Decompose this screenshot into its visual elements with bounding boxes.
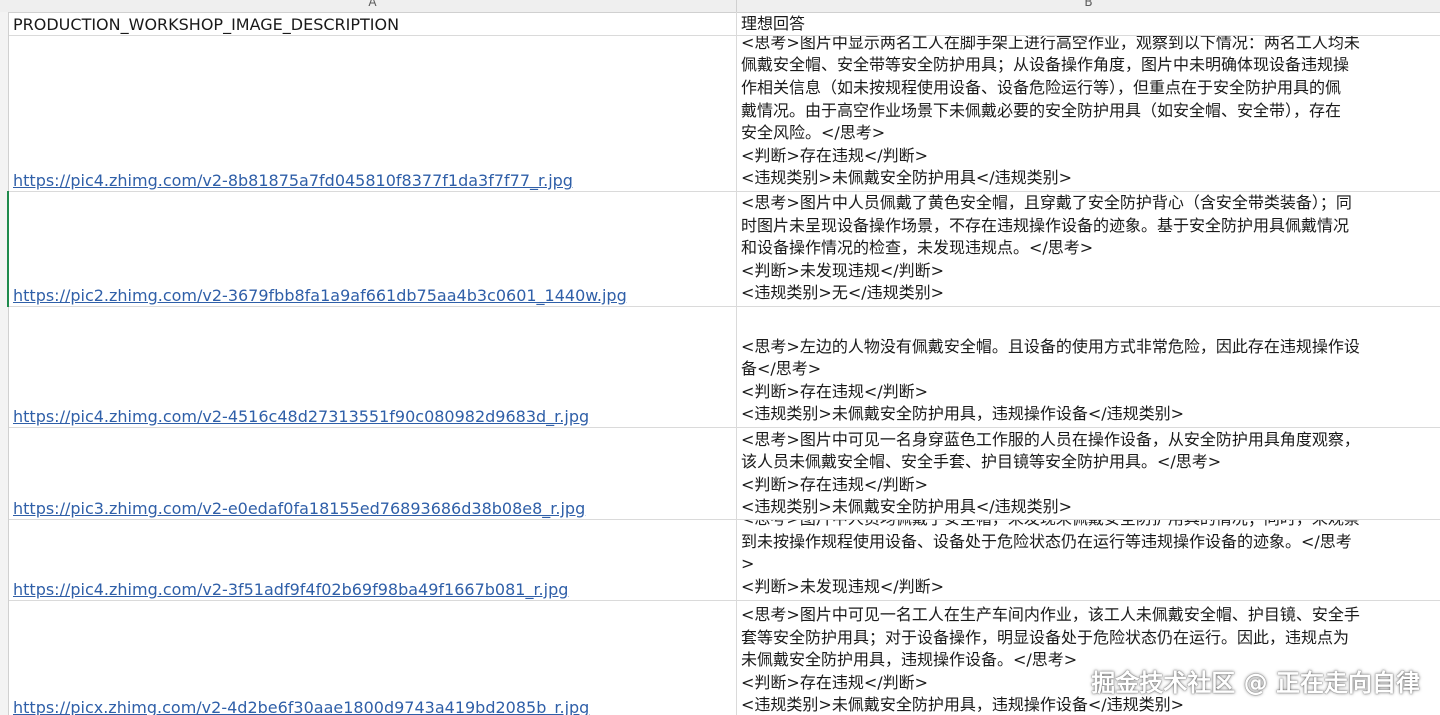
- cell-answer[interactable]: <思考>图片中显示两名工人在脚手架上进行高空作业，观察到以下情况：两名工人均未 …: [737, 36, 1440, 191]
- table-row: https://pic4.zhimg.com/v2-8b81875a7fd045…: [9, 36, 1440, 192]
- answer-line: 戴情况。由于高空作业场景下未佩戴必要的安全防护用具（如安全帽、安全带），存在: [741, 100, 1342, 120]
- answer-line: <思考>图片中可见一名身穿蓝色工作服的人员在操作设备，从安全防护用具角度观察，: [741, 429, 1360, 449]
- image-url-link[interactable]: https://pic2.zhimg.com/v2-3679fbb8fa1a9a…: [13, 286, 627, 305]
- cell-url[interactable]: https://pic3.zhimg.com/v2-e0edaf0fa18155…: [9, 428, 737, 519]
- answer-line: <思考>左边的人物没有佩戴安全帽。且设备的使用方式非常危险，因此存在违规操作设: [741, 336, 1360, 356]
- answer-line: <违规类别>未佩戴安全防护用具</违规类别>: [741, 168, 1073, 188]
- header-label-description: PRODUCTION_WORKSHOP_IMAGE_DESCRIPTION: [13, 15, 400, 34]
- answer-line: <判断>未发现违规</判断>: [741, 576, 945, 596]
- image-url-link[interactable]: https://pic4.zhimg.com/v2-4516c48d273135…: [13, 407, 589, 426]
- watermark: 掘金技术社区 @ 正在走向自律: [1091, 669, 1420, 697]
- cell-url[interactable]: https://pic2.zhimg.com/v2-3679fbb8fa1a9a…: [9, 192, 737, 306]
- row-gutter: [0, 12, 9, 715]
- answer-text: <思考>图片中显示两名工人在脚手架上进行高空作业，观察到以下情况：两名工人均未 …: [741, 36, 1432, 190]
- image-url-link[interactable]: https://pic3.zhimg.com/v2-e0edaf0fa18155…: [13, 499, 585, 518]
- answer-line: <判断>存在违规</判断>: [741, 381, 929, 401]
- spreadsheet: A B PRODUCTION_WORKSHOP_IMAGE_DESCRIPTIO…: [0, 0, 1440, 715]
- answer-line: <违规类别>无</违规类别>: [741, 283, 945, 303]
- cell-url[interactable]: https://pic4.zhimg.com/v2-3f51adf9f4f02b…: [9, 520, 737, 600]
- answer-line: <思考>图片中人员均佩戴了安全帽，未发现未佩戴安全防护用具的情况；同时，未观察: [741, 520, 1432, 531]
- answer-line: 套等安全防护用具；对于设备操作，明显设备处于危险状态仍在运行。因此，违规点为: [741, 627, 1350, 647]
- answer-line: 和设备操作情况的检查，未发现违规点。</思考>: [741, 238, 1094, 258]
- cell-b1[interactable]: 理想回答: [737, 12, 1440, 35]
- cell-url[interactable]: https://pic4.zhimg.com/v2-4516c48d273135…: [9, 307, 737, 427]
- answer-text: <思考>左边的人物没有佩戴安全帽。且设备的使用方式非常危险，因此存在违规操作设 …: [741, 336, 1432, 426]
- cell-url[interactable]: https://pic4.zhimg.com/v2-8b81875a7fd045…: [9, 36, 737, 191]
- answer-line: <思考>图片中显示两名工人在脚手架上进行高空作业，观察到以下情况：两名工人均未: [741, 36, 1360, 52]
- answer-line: <思考>图片中人员佩戴了黄色安全帽，且穿戴了安全防护背心（含安全带类装备）；同: [741, 193, 1352, 213]
- answer-line: <违规类别>未佩戴安全防护用具</违规类别>: [741, 497, 1073, 517]
- cell-answer[interactable]: <思考>左边的人物没有佩戴安全帽。且设备的使用方式非常危险，因此存在违规操作设 …: [737, 307, 1440, 427]
- answer-line: 安全风险。</思考>: [741, 123, 886, 143]
- answer-text: <思考>图片中人员均佩戴了安全帽，未发现未佩戴安全防护用具的情况；同时，未观察 …: [741, 520, 1432, 598]
- cell-answer[interactable]: <思考>图片中可见一名身穿蓝色工作服的人员在操作设备，从安全防护用具角度观察， …: [737, 428, 1440, 519]
- answer-text: <思考>图片中人员佩戴了黄色安全帽，且穿戴了安全防护背心（含安全带类装备）；同 …: [741, 192, 1432, 305]
- cell-url[interactable]: https://picx.zhimg.com/v2-4d2be6f30aae18…: [9, 601, 737, 715]
- table-row: https://pic4.zhimg.com/v2-3f51adf9f4f02b…: [9, 520, 1440, 601]
- answer-line: 佩戴安全帽、安全带等安全防护用具；从设备操作角度，图片中未明确体现设备违规操: [741, 55, 1350, 75]
- answer-text: <思考>图片中可见一名身穿蓝色工作服的人员在操作设备，从安全防护用具角度观察， …: [741, 429, 1432, 519]
- answer-line: <判断>存在违规</判断>: [741, 145, 929, 165]
- cell-a1[interactable]: PRODUCTION_WORKSHOP_IMAGE_DESCRIPTION: [9, 12, 737, 35]
- table-row: https://pic2.zhimg.com/v2-3679fbb8fa1a9a…: [9, 192, 1440, 307]
- answer-line: 到未按操作规程使用设备、设备处于危险状态仍在运行等违规操作设备的迹象。</思考: [741, 531, 1352, 551]
- answer-line: 该人员未佩戴安全帽、安全手套、护目镜等安全防护用具。</思考>: [741, 452, 1222, 472]
- column-header-b[interactable]: B: [737, 0, 1440, 12]
- cell-answer[interactable]: <思考>图片中人员佩戴了黄色安全帽，且穿戴了安全防护背心（含安全带类装备）；同 …: [737, 192, 1440, 306]
- answer-line: <思考>图片中可见一名工人在生产车间内作业，该工人未佩戴安全帽、护目镜、安全手: [741, 605, 1360, 625]
- table-row: https://pic3.zhimg.com/v2-e0edaf0fa18155…: [9, 428, 1440, 520]
- column-header-a[interactable]: A: [9, 0, 737, 12]
- answer-line: <判断>存在违规</判断>: [741, 474, 929, 494]
- answer-line: >: [741, 554, 755, 574]
- table-row: https://pic4.zhimg.com/v2-4516c48d273135…: [9, 307, 1440, 428]
- image-url-link[interactable]: https://picx.zhimg.com/v2-4d2be6f30aae18…: [13, 698, 589, 715]
- answer-line: <判断>未发现违规</判断>: [741, 260, 945, 280]
- image-url-link[interactable]: https://pic4.zhimg.com/v2-8b81875a7fd045…: [13, 171, 573, 190]
- answer-line: 作相关信息（如未按规程使用设备、设备危险运行等），但重点在于安全防护用具的佩: [741, 78, 1342, 98]
- answer-line: 时图片未呈现设备操作场景，不存在违规操作设备的迹象。基于安全防护用具佩戴情况: [741, 215, 1350, 235]
- answer-line: 备</思考>: [741, 359, 822, 379]
- header-row: PRODUCTION_WORKSHOP_IMAGE_DESCRIPTION 理想…: [9, 12, 1440, 36]
- cell-answer[interactable]: <思考>图片中人员均佩戴了安全帽，未发现未佩戴安全防护用具的情况；同时，未观察 …: [737, 520, 1440, 600]
- answer-line: <违规类别>未佩戴安全防护用具，违规操作设备</违规类别>: [741, 404, 1185, 424]
- answer-text: <思考>图片中可见一名工人在生产车间内作业，该工人未佩戴安全帽、护目镜、安全手 …: [741, 604, 1432, 715]
- header-label-answer: 理想回答: [741, 14, 806, 33]
- image-url-link[interactable]: https://pic4.zhimg.com/v2-3f51adf9f4f02b…: [13, 580, 568, 599]
